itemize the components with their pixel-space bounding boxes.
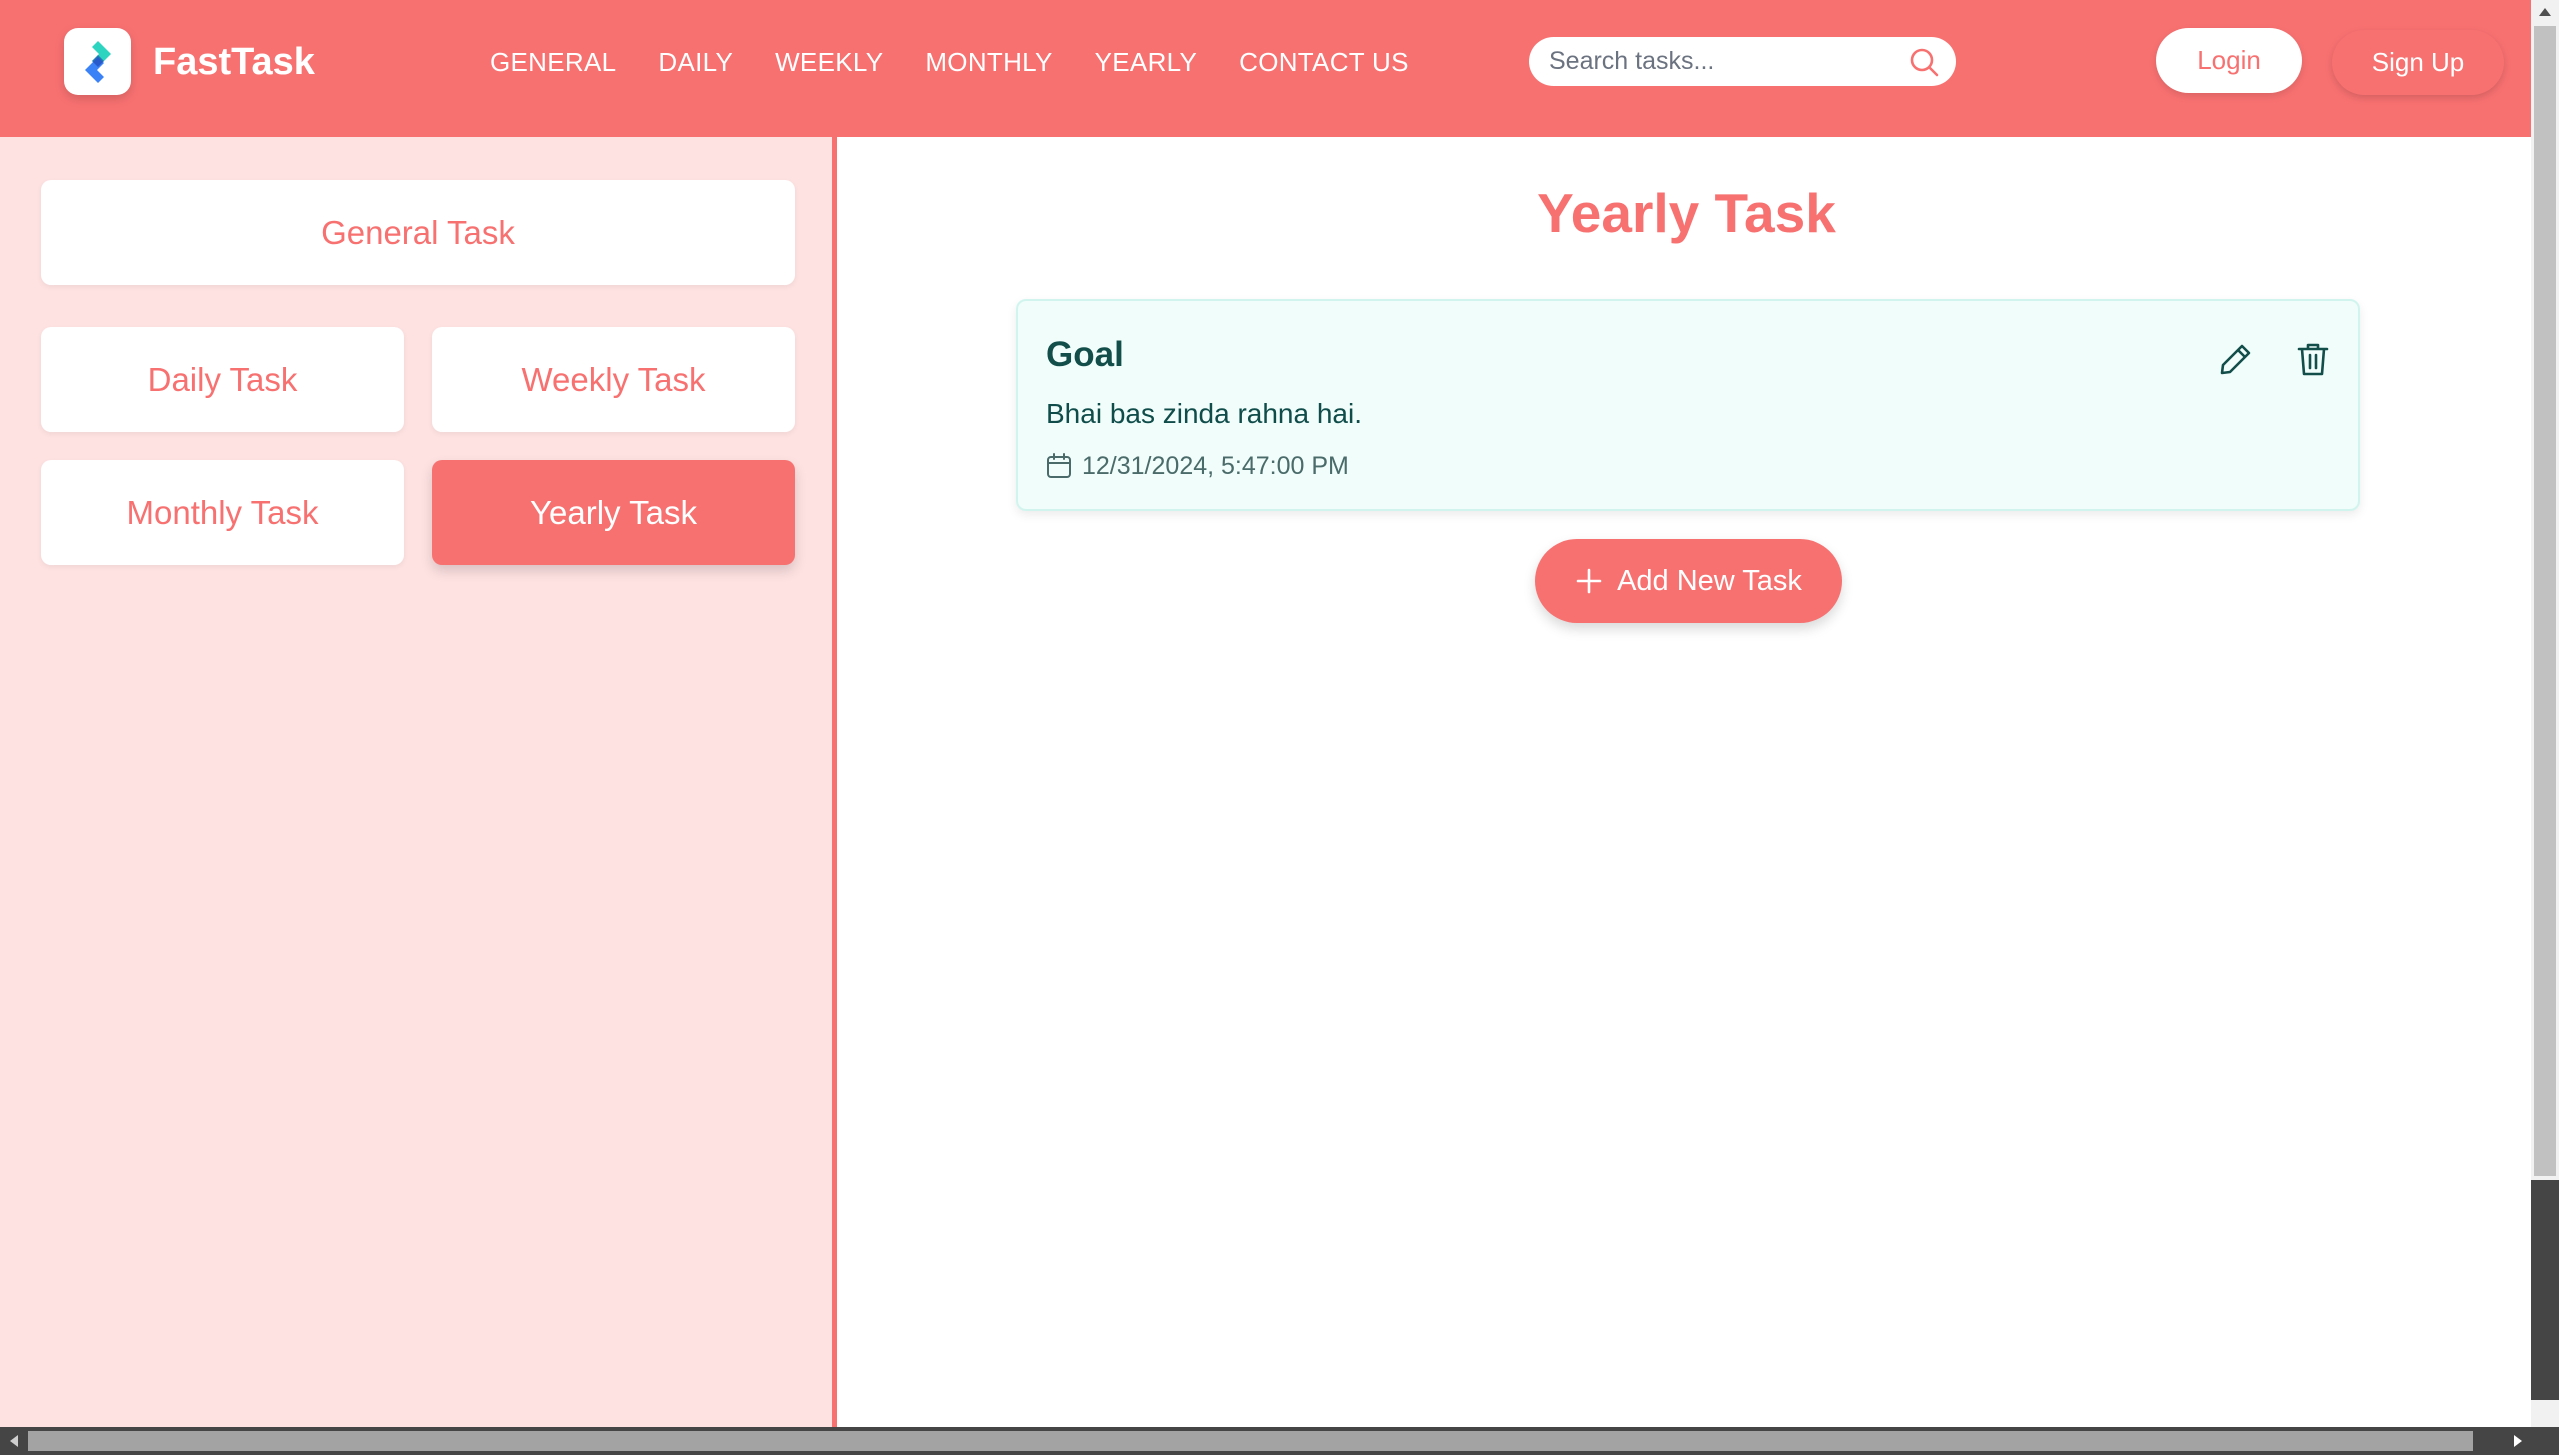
sidebar-monthly-task[interactable]: Monthly Task	[41, 460, 404, 565]
logo[interactable]	[64, 28, 131, 95]
sidebar-daily-task[interactable]: Daily Task	[41, 327, 404, 432]
sidebar-weekly-task[interactable]: Weekly Task	[432, 327, 795, 432]
horizontal-scroll-thumb[interactable]	[28, 1431, 2473, 1451]
add-new-task-button[interactable]: Add New Task	[1535, 539, 1842, 623]
task-card: Goal Bhai bas zinda rahna hai. 12/31/202…	[1016, 299, 2360, 511]
fasttask-logo-icon	[84, 40, 111, 83]
main-nav: GENERAL DAILY WEEKLY MONTHLY YEARLY CONT…	[490, 42, 1409, 82]
edit-task-button[interactable]	[2216, 339, 2256, 379]
trash-icon	[2297, 343, 2329, 376]
sidebar-yearly-task[interactable]: Yearly Task	[432, 460, 795, 565]
nav-daily[interactable]: DAILY	[658, 42, 733, 82]
top-navbar: FastTask GENERAL DAILY WEEKLY MONTHLY YE…	[0, 0, 2531, 137]
task-date-row: 12/31/2024, 5:47:00 PM	[1046, 449, 1349, 483]
task-date: 12/31/2024, 5:47:00 PM	[1082, 452, 1349, 480]
sidebar: General Task Daily Task Weekly Task Mont…	[0, 137, 837, 1427]
vertical-scrollbar[interactable]	[2531, 0, 2559, 1427]
brand-name[interactable]: FastTask	[153, 38, 315, 86]
nav-monthly[interactable]: MONTHLY	[925, 42, 1052, 82]
task-description: Bhai bas zinda rahna hai.	[1046, 398, 1362, 429]
vertical-scroll-track	[2531, 1180, 2559, 1400]
page-title: Yearly Task	[1537, 182, 1836, 244]
scroll-down-arrow-icon[interactable]	[2537, 1408, 2553, 1420]
task-title: Goal	[1046, 335, 1124, 374]
login-button[interactable]: Login	[2156, 28, 2302, 93]
main-content: Yearly Task Goal Bhai bas zinda rahna ha…	[842, 137, 2531, 1427]
delete-task-button[interactable]	[2293, 339, 2333, 379]
plus-icon	[1576, 568, 1602, 594]
nav-contact-us[interactable]: CONTACT US	[1239, 42, 1409, 82]
scroll-right-arrow-icon[interactable]	[2512, 1434, 2524, 1448]
calendar-icon	[1047, 453, 1071, 478]
sidebar-general-task[interactable]: General Task	[41, 180, 795, 285]
scroll-up-arrow-icon[interactable]	[2537, 6, 2553, 18]
nav-yearly[interactable]: YEARLY	[1095, 42, 1197, 82]
vertical-scroll-thumb[interactable]	[2534, 26, 2556, 1176]
nav-general[interactable]: GENERAL	[490, 42, 616, 82]
search-input[interactable]	[1549, 37, 1899, 86]
search-icon[interactable]	[1908, 46, 1940, 78]
add-new-task-label: Add New Task	[1617, 564, 1802, 597]
nav-weekly[interactable]: WEEKLY	[775, 42, 883, 82]
horizontal-scrollbar[interactable]	[0, 1427, 2559, 1455]
scroll-left-arrow-icon[interactable]	[8, 1434, 20, 1448]
signup-button[interactable]: Sign Up	[2332, 30, 2504, 95]
pencil-icon	[2220, 344, 2251, 375]
search-box	[1529, 37, 1956, 86]
